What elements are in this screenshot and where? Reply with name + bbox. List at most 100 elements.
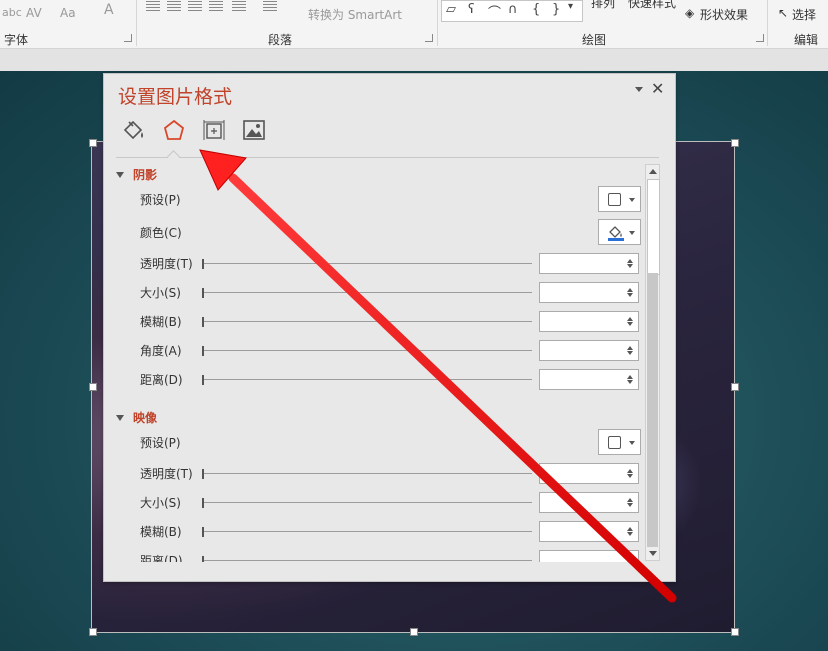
align-left-icon[interactable] [146, 1, 160, 13]
close-icon[interactable]: ✕ [651, 79, 664, 98]
shadow-transparency-thumb[interactable] [202, 259, 204, 269]
shadow-angle-thumb[interactable] [202, 346, 204, 356]
spin-up-icon [627, 346, 633, 350]
strikethrough-button[interactable]: abc [2, 6, 22, 19]
distributed-icon[interactable] [232, 1, 246, 13]
shadow-section-header[interactable]: 阴影 [116, 166, 157, 183]
shape-brace-left-icon[interactable]: { [532, 2, 540, 17]
gallery-more-icon[interactable]: ▾ [568, 1, 573, 12]
columns-icon[interactable] [263, 1, 277, 13]
shadow-angle-spinner[interactable] [539, 340, 639, 361]
shadow-angle-slider[interactable] [202, 350, 532, 351]
align-right-icon[interactable] [188, 1, 202, 13]
reflection-transparency-thumb[interactable] [202, 469, 204, 479]
resize-handle-top-left[interactable] [89, 139, 97, 147]
spin-up-icon [627, 469, 633, 473]
shadow-angle-label: 角度(A) [140, 344, 182, 358]
spin-down-icon [627, 561, 633, 562]
justify-icon[interactable] [209, 1, 223, 13]
scrollbar-track[interactable] [647, 273, 658, 547]
size-icon[interactable] [201, 118, 227, 142]
reflection-distance-spinner[interactable] [539, 550, 639, 562]
reflection-transparency-spinner[interactable] [539, 463, 639, 484]
shadow-color-dropdown[interactable] [598, 219, 641, 245]
shadow-distance-label: 距离(D) [140, 373, 183, 387]
arrange-button[interactable]: 排列 [591, 0, 615, 11]
drawing-dialog-launcher-icon[interactable] [756, 34, 764, 42]
shadow-blur-thumb[interactable] [202, 317, 204, 327]
shadow-distance-thumb[interactable] [202, 375, 204, 385]
spin-down-icon [627, 264, 633, 268]
resize-handle-bottom[interactable] [410, 628, 418, 636]
chevron-down-icon [629, 198, 635, 202]
reflection-section-header[interactable]: 映像 [116, 409, 157, 426]
spin-down-icon [627, 503, 633, 507]
pentagon-icon[interactable] [161, 118, 187, 142]
font-dialog-launcher-icon[interactable] [124, 34, 132, 42]
shadow-transparency-spinner[interactable] [539, 253, 639, 274]
paint-bucket-icon[interactable] [121, 118, 147, 142]
pane-scrollbar[interactable] [645, 164, 660, 561]
shape-curve-icon[interactable]: ∩ [508, 2, 518, 17]
shape-arc-icon[interactable]: ⌒ [488, 2, 501, 21]
shadow-preset-icon [608, 193, 621, 206]
group-label-font: 字体 [4, 33, 29, 47]
shadow-size-thumb[interactable] [202, 288, 204, 298]
resize-handle-bottom-right[interactable] [731, 628, 739, 636]
picture-icon[interactable] [241, 118, 267, 142]
reflection-size-thumb[interactable] [202, 498, 204, 508]
reflection-blur-slider[interactable] [202, 531, 532, 532]
resize-handle-top-right[interactable] [731, 139, 739, 147]
shadow-blur-spinner[interactable] [539, 311, 639, 332]
scroll-down-icon[interactable] [649, 551, 657, 556]
reflection-distance-label: 距离(D) [140, 554, 183, 562]
active-tab-indicator [167, 150, 180, 163]
shapes-gallery[interactable]: ▱ ʕ ⌒ ∩ { } ▾ [441, 0, 583, 22]
font-color-button[interactable]: A [104, 2, 114, 18]
group-label-editing: 编辑 [794, 33, 819, 47]
shadow-distance-slider[interactable] [202, 379, 532, 380]
pane-scroll-area[interactable]: 阴影 预设(P) 颜色(C) 透明度(T) 大小(S) 模糊(B) 角度(A) … [116, 164, 647, 562]
select-button[interactable]: 选择 [792, 6, 816, 23]
resize-handle-right[interactable] [731, 383, 739, 391]
shadow-distance-spinner[interactable] [539, 369, 639, 390]
reflection-distance-thumb[interactable] [202, 556, 204, 562]
reflection-preset-dropdown[interactable] [598, 429, 641, 455]
fill-color-icon [608, 226, 624, 241]
pane-options-icon[interactable] [635, 87, 643, 92]
shadow-blur-label: 模糊(B) [140, 315, 182, 329]
group-label-drawing: 绘图 [582, 33, 607, 47]
paragraph-dialog-launcher-icon[interactable] [425, 34, 433, 42]
divider [767, 0, 768, 46]
reflection-blur-thumb[interactable] [202, 527, 204, 537]
shape-effects-icon[interactable]: ◈ [685, 6, 694, 20]
shadow-transparency-slider[interactable] [202, 263, 532, 264]
scroll-up-icon[interactable] [649, 169, 657, 174]
reflection-blur-spinner[interactable] [539, 521, 639, 542]
spin-down-icon [627, 351, 633, 355]
scrollbar-thumb[interactable] [647, 179, 660, 275]
tab-divider [116, 157, 659, 158]
shape-freeform-icon[interactable]: ▱ [446, 2, 456, 17]
reflection-size-slider[interactable] [202, 502, 532, 503]
spin-up-icon [627, 317, 633, 321]
shape-scribble-icon[interactable]: ʕ [468, 2, 475, 17]
resize-handle-left[interactable] [89, 383, 97, 391]
shape-brace-right-icon[interactable]: } [552, 2, 560, 17]
reflection-transparency-slider[interactable] [202, 473, 532, 474]
shape-effects-button[interactable]: 形状效果 [700, 6, 748, 23]
ribbon-gap [0, 49, 828, 71]
reflection-size-spinner[interactable] [539, 492, 639, 513]
convert-smartart-button[interactable]: 转换为 SmartArt [308, 6, 402, 23]
quick-styles-button[interactable]: 快速样式 [628, 0, 676, 11]
reflection-distance-slider[interactable] [202, 560, 532, 561]
change-case-button[interactable]: Aa [60, 6, 76, 20]
shadow-blur-slider[interactable] [202, 321, 532, 322]
align-center-icon[interactable] [167, 1, 181, 13]
char-spacing-button[interactable]: AV [26, 6, 42, 20]
spin-up-icon [627, 375, 633, 379]
shadow-size-spinner[interactable] [539, 282, 639, 303]
shadow-size-slider[interactable] [202, 292, 532, 293]
shadow-preset-dropdown[interactable] [598, 186, 641, 212]
resize-handle-bottom-left[interactable] [89, 628, 97, 636]
